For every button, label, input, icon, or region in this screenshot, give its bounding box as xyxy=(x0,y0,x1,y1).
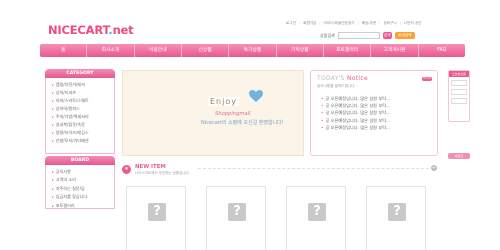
category-item[interactable]: 상하의/원피스 xyxy=(52,105,111,113)
detail-search-button[interactable]: 상세검색 xyxy=(394,32,415,39)
nav-gallery[interactable]: 포토갤러리 xyxy=(324,44,372,57)
recent-item-slot[interactable] xyxy=(451,89,467,95)
notice-item[interactable]: 공 오픈예정입니다. 많은 성원 부탁... xyxy=(321,102,390,109)
nav-home[interactable]: 홈 xyxy=(40,44,88,57)
placeholder-image-icon: ? xyxy=(148,203,166,221)
placeholder-image-icon: ? xyxy=(308,203,326,221)
site-logo[interactable]: NICECART.net xyxy=(48,23,134,37)
nav-faq[interactable]: FAQ xyxy=(419,44,465,57)
scroll-top-button[interactable]: 맨위로 xyxy=(448,153,470,159)
recent-item-slot[interactable] xyxy=(451,98,467,104)
recent-items-box: 오늘본상품 xyxy=(448,70,470,122)
banner-tagline: Nicecart의 쇼핑에 오신걸 환영합니다! xyxy=(201,120,284,126)
nav-special[interactable]: 특가상품 xyxy=(229,44,277,57)
banner-enjoy: Enjoy xyxy=(208,97,239,106)
notice-subtitle: 공지사항을 알려드립니다. xyxy=(317,84,356,88)
search-input[interactable] xyxy=(337,32,380,39)
banner-shopping: Shoppingmall xyxy=(215,111,251,117)
nav-about[interactable]: 회사소개 xyxy=(87,44,135,57)
nav-board[interactable]: 고객게시판 xyxy=(371,44,419,57)
page: NICECART.net 로그인 회원가입 아이디/비밀번호찾기 배송/주문 장… xyxy=(40,18,470,250)
nav-guide[interactable]: 이용안내 xyxy=(135,44,182,57)
notice-item[interactable]: 공 오픈예정입니다. 많은 성원 부탁... xyxy=(321,109,390,116)
notice-title: TODAY'S Notice xyxy=(317,75,368,82)
search-button[interactable]: 검색 xyxy=(382,32,392,39)
category-title: CATEGORY xyxy=(45,69,115,78)
toplink-order[interactable]: 배송/주문 xyxy=(358,21,376,26)
logo-tld: net xyxy=(112,23,134,37)
notice-more-button[interactable]: more xyxy=(422,77,432,81)
board-item[interactable]: 공지사항 xyxy=(52,168,111,176)
board-item[interactable]: 고객의 소리 xyxy=(52,176,111,184)
heart-icon xyxy=(249,90,263,102)
product-card[interactable]: ? xyxy=(366,186,426,250)
product-card[interactable]: ? xyxy=(206,186,266,250)
board-item[interactable]: 입금자를 찾습니다. xyxy=(52,193,111,201)
category-item[interactable]: 상의/티셔츠 xyxy=(52,89,111,97)
notice-list: 공 오픈예정입니다. 많은 성원 부탁... 공 오픈예정입니다. 많은 성원 … xyxy=(321,95,390,131)
new-item-title: NEW ITEM xyxy=(135,164,166,170)
category-item[interactable]: 실내복/잠옷/속옷 xyxy=(52,121,111,129)
category-item[interactable]: 하의/스커트/스웨트 xyxy=(52,97,111,105)
notice-item[interactable]: 공 오픈예정입니다. 많은 성원 부탁... xyxy=(321,117,390,124)
main-nav: 홈 회사소개 이용안내 신상품 특가상품 기획상품 포토갤러리 고객게시판 FA… xyxy=(40,44,465,57)
toplink-login[interactable]: 로그인 xyxy=(286,21,296,26)
category-list: 캠핑/자전거/레저 상의/티셔츠 하의/스커트/스웨트 상하의/원피스 주의/가… xyxy=(45,78,115,154)
category-item[interactable]: 양말/타이즈/레깅스 xyxy=(52,129,111,137)
board-item[interactable]: 자주하는 질문/답 xyxy=(52,185,111,193)
divider xyxy=(198,168,434,169)
toplink-join[interactable]: 회원가입 xyxy=(299,21,316,26)
notice-item[interactable]: 공 오픈예정입니다. 많은 성원 부탁... xyxy=(321,124,390,131)
notice-title-main: Notice xyxy=(346,75,368,82)
notice-title-prefix: TODAY'S xyxy=(317,75,347,82)
new-item-subtitle: 나이스카트에서 추천하는 상품입니다. xyxy=(135,171,190,175)
toplink-mypage[interactable]: 나만의 공간 xyxy=(400,21,422,26)
plus-icon[interactable]: + xyxy=(431,165,437,171)
product-card[interactable]: ? xyxy=(126,186,186,250)
logo-text: NICECART xyxy=(48,23,109,37)
toplink-cart[interactable]: 장바구니 xyxy=(379,21,396,26)
product-card[interactable]: ? xyxy=(286,186,346,250)
nav-planned[interactable]: 기획상품 xyxy=(277,44,324,57)
product-grid: ? ? ? ? xyxy=(126,186,426,250)
star-icon: ★ xyxy=(122,165,131,174)
top-links: 로그인 회원가입 아이디/비밀번호찾기 배송/주문 장바구니 나만의 공간 xyxy=(286,21,422,26)
category-item[interactable]: 주의/가방/액세서리 xyxy=(52,113,111,121)
notice-item[interactable]: 공 오픈예정입니다. 많은 성원 부탁... xyxy=(321,95,390,102)
recent-item-slot[interactable] xyxy=(451,80,467,86)
board-list: 공지사항 고객의 소리 자주하는 질문/답 입금자를 찾습니다. 포토갤러리 xyxy=(45,165,115,209)
category-item[interactable]: 신발/모자/기타패션 xyxy=(52,137,111,145)
search-bar: 상품검색 검색 상세검색 xyxy=(320,32,415,39)
recent-items-title: 오늘본상품 xyxy=(449,71,469,77)
board-item[interactable]: 포토갤러리 xyxy=(52,202,111,210)
placeholder-image-icon: ? xyxy=(388,203,406,221)
sidebar: CATEGORY 캠핑/자전거/레저 상의/티셔츠 하의/스커트/스웨트 상하의… xyxy=(45,69,115,209)
placeholder-image-icon: ? xyxy=(228,203,246,221)
main-banner[interactable]: Enjoy Shoppingmall Nicecart의 쇼핑에 오신걸 환영합… xyxy=(122,70,304,156)
notice-box: TODAY'S Notice 공지사항을 알려드립니다. more 공 오픈예정… xyxy=(310,70,438,156)
nav-new[interactable]: 신상품 xyxy=(182,44,230,57)
board-title: BOARD xyxy=(45,156,115,165)
category-item[interactable]: 캠핑/자전거/레저 xyxy=(52,81,111,89)
search-label: 상품검색 xyxy=(320,32,335,38)
toplink-find-account[interactable]: 아이디/비밀번호찾기 xyxy=(319,21,355,26)
